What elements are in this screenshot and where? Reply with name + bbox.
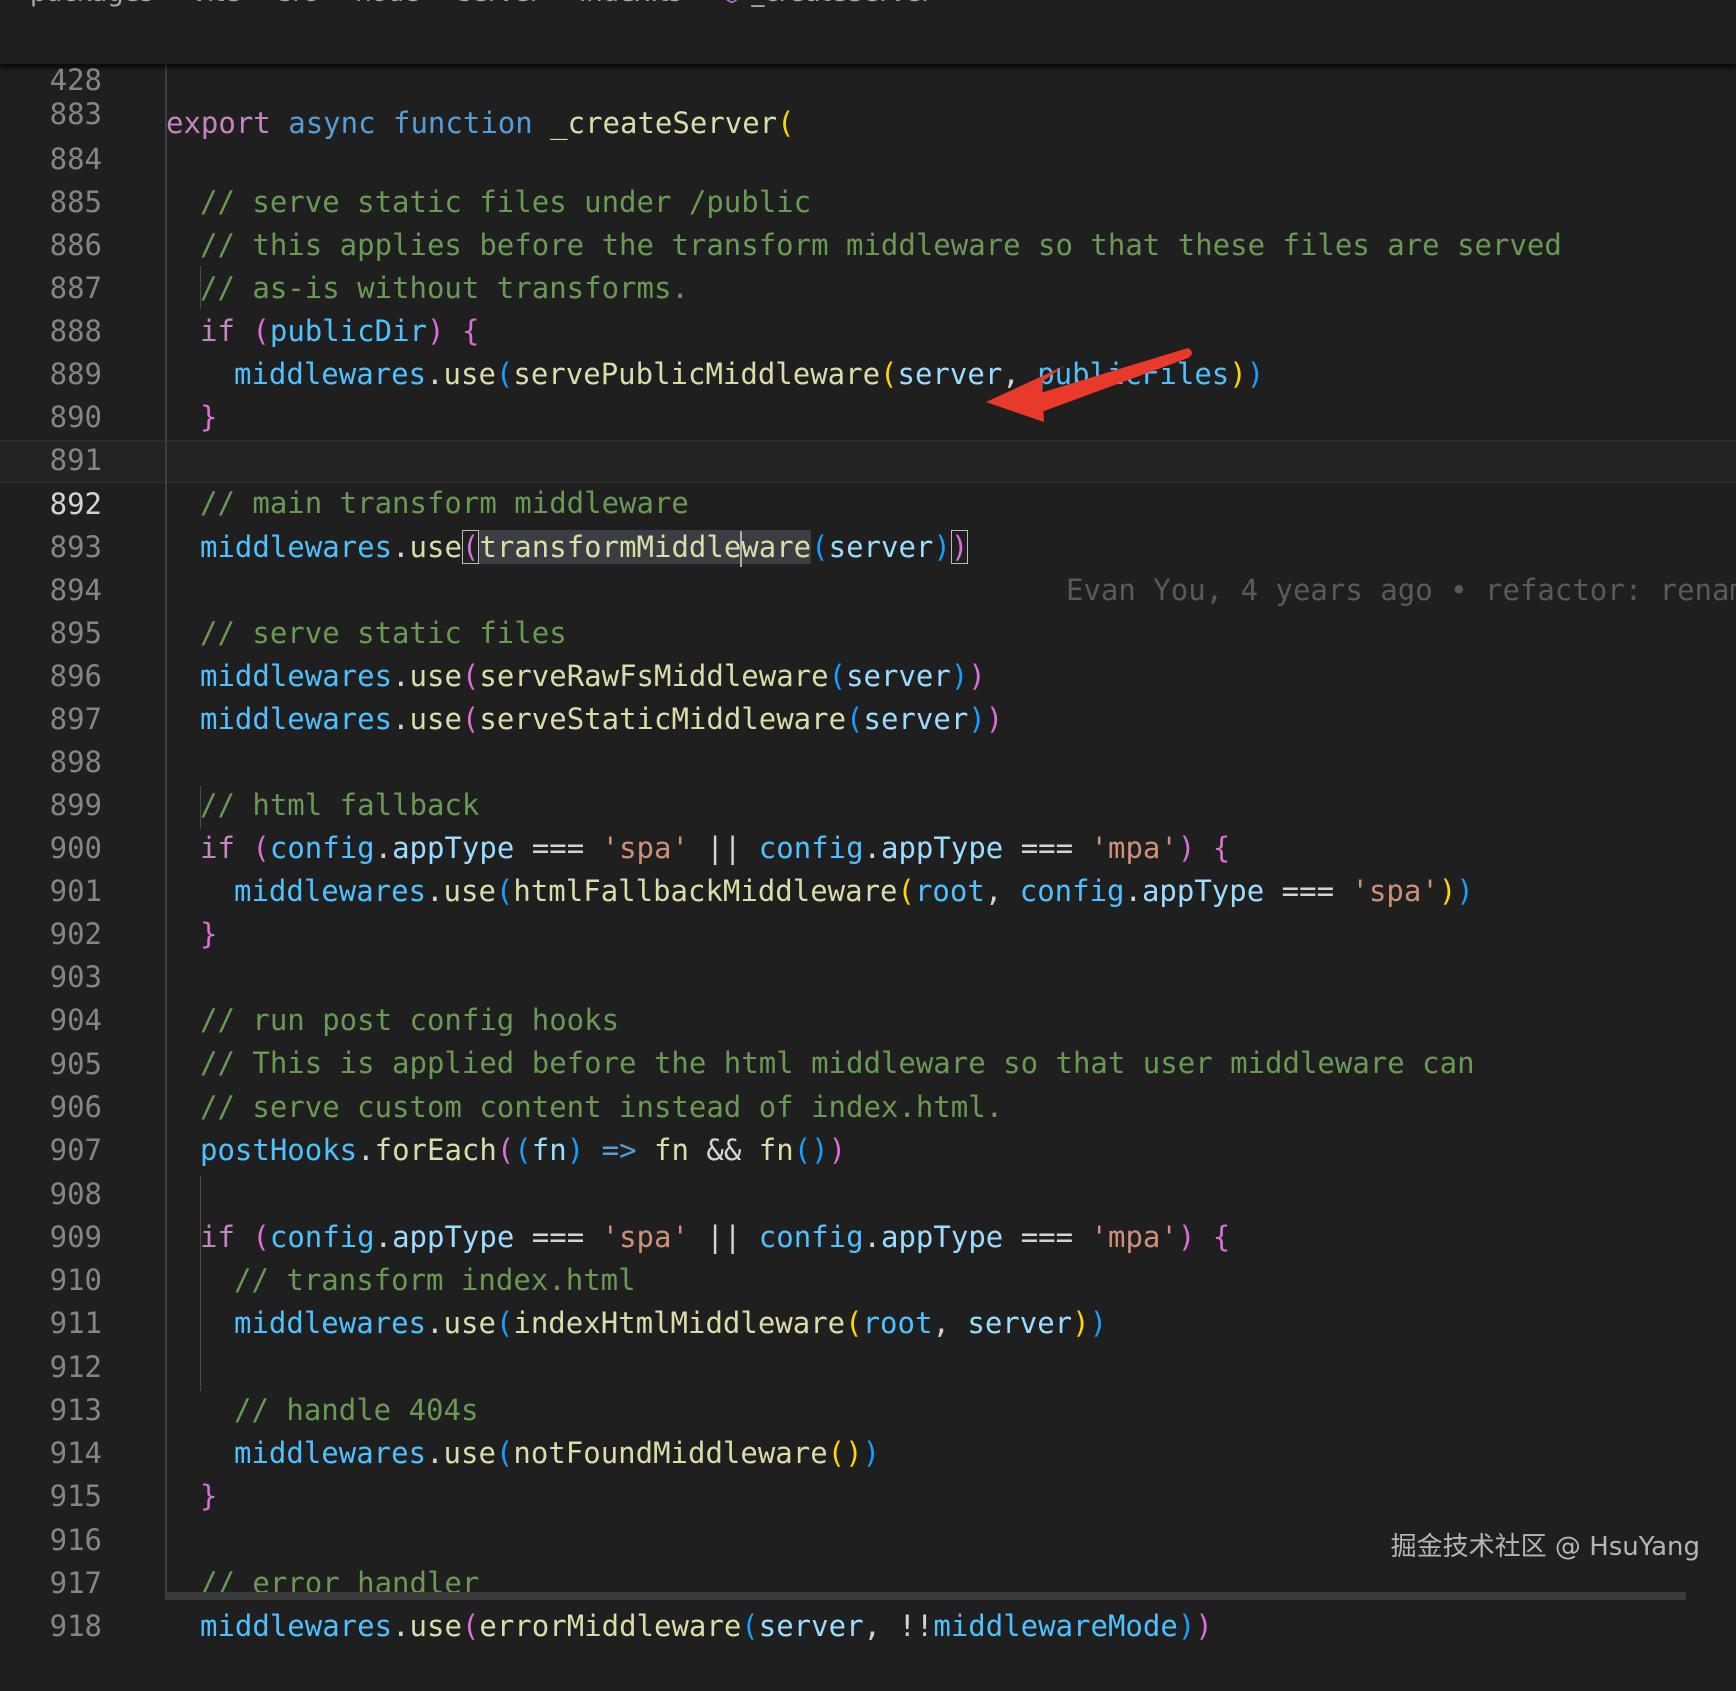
token: . [392,1609,410,1643]
token: errorMiddleware [479,1609,742,1643]
token: ) [1177,1609,1196,1643]
line-number: 918 [49,1609,102,1643]
token: ( [741,1609,759,1643]
token: use [409,1609,462,1643]
token: ) [1195,1609,1213,1643]
red-arrow-annotation-icon [986,348,1192,422]
token: !! [898,1609,934,1643]
token: middlewares [200,1609,393,1643]
arrow-shaft [1024,348,1192,414]
token: middlewareMode [933,1609,1178,1643]
token: server [758,1609,864,1643]
token: ( [461,1609,480,1643]
token: , [863,1609,899,1643]
code-text: middlewares.use(errorMiddleware(server, … [200,1605,1213,1648]
